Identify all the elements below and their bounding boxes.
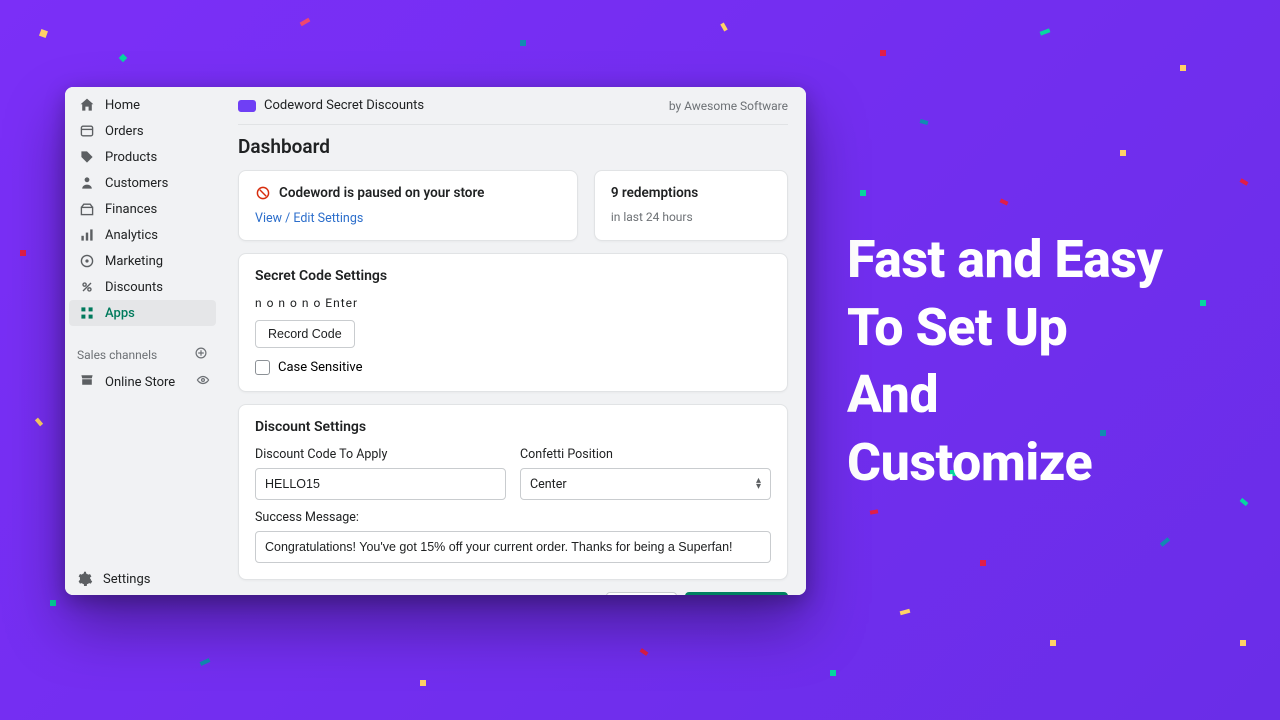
sidebar-item-orders[interactable]: Orders <box>69 118 216 144</box>
app-title: Codeword Secret Discounts <box>264 98 424 113</box>
store-icon <box>79 372 95 392</box>
sidebar-item-online-store[interactable]: Online Store <box>69 367 216 397</box>
sidebar-section-sales-channels: Sales channels <box>65 340 220 367</box>
view-edit-settings-link[interactable]: View / Edit Settings <box>255 211 561 226</box>
preview-store-icon[interactable] <box>196 373 210 391</box>
sidebar-item-label: Apps <box>105 306 135 321</box>
discount-code-input[interactable] <box>255 468 506 500</box>
app-byline: by Awesome Software <box>669 99 788 113</box>
secret-code-card: Secret Code Settings n o n o n o Enter R… <box>238 253 788 392</box>
case-sensitive-checkbox[interactable] <box>255 360 270 375</box>
products-icon <box>79 149 95 165</box>
customers-icon <box>79 175 95 191</box>
analytics-icon <box>79 227 95 243</box>
sidebar-item-products[interactable]: Products <box>69 144 216 170</box>
sidebar-item-finances[interactable]: Finances <box>69 196 216 222</box>
sidebar-item-apps[interactable]: Apps <box>69 300 216 326</box>
code-sequence: n o n o n o Enter <box>255 296 771 310</box>
preview-button[interactable]: Preview <box>606 592 676 595</box>
apps-icon <box>79 305 95 321</box>
main-content: Codeword Secret Discounts by Awesome Sof… <box>220 87 806 595</box>
sidebar-item-label: Customers <box>105 176 168 191</box>
sidebar: Home Orders Products Customers Finances … <box>65 87 220 595</box>
success-message-input[interactable] <box>255 531 771 563</box>
action-bar: Preview Save Settings <box>238 592 788 595</box>
sidebar-item-home[interactable]: Home <box>69 92 216 118</box>
redemptions-title: 9 redemptions <box>611 185 771 201</box>
save-settings-button[interactable]: Save Settings <box>685 592 788 595</box>
orders-icon <box>79 123 95 139</box>
sidebar-item-analytics[interactable]: Analytics <box>69 222 216 248</box>
status-title-text: Codeword is paused on your store <box>279 185 484 201</box>
sidebar-item-customers[interactable]: Customers <box>69 170 216 196</box>
marketing-headline: Fast and Easy To Set Up And Customize <box>847 226 1163 496</box>
discount-code-label: Discount Code To Apply <box>255 447 506 462</box>
app-header: Codeword Secret Discounts by Awesome Sof… <box>238 87 788 125</box>
app-window: Home Orders Products Customers Finances … <box>65 87 806 595</box>
add-channel-icon[interactable] <box>194 346 208 363</box>
confetti-position-select[interactable]: Center ▴▾ <box>520 468 771 500</box>
sidebar-item-label: Products <box>105 150 157 165</box>
case-sensitive-label: Case Sensitive <box>278 360 363 375</box>
record-code-button[interactable]: Record Code <box>255 320 355 348</box>
sidebar-item-label: Analytics <box>105 228 158 243</box>
redemptions-card: 9 redemptions in last 24 hours <box>594 170 788 241</box>
sidebar-item-label: Discounts <box>105 280 163 295</box>
page-title: Dashboard <box>238 135 788 158</box>
sidebar-item-label: Online Store <box>105 375 175 390</box>
confetti-position-label: Confetti Position <box>520 447 771 462</box>
discount-settings-title: Discount Settings <box>255 419 771 435</box>
sidebar-item-label: Home <box>105 98 140 113</box>
redemptions-sub: in last 24 hours <box>611 210 771 224</box>
sidebar-item-label: Marketing <box>105 254 163 269</box>
gear-icon <box>77 571 93 587</box>
success-message-label: Success Message: <box>255 510 771 525</box>
confetti-position-value: Center <box>530 477 567 492</box>
sidebar-settings[interactable]: Settings <box>65 563 220 595</box>
sidebar-item-label: Finances <box>105 202 157 217</box>
paused-icon <box>255 185 271 201</box>
discount-settings-card: Discount Settings Discount Code To Apply… <box>238 404 788 580</box>
home-icon <box>79 97 95 113</box>
finances-icon <box>79 201 95 217</box>
sidebar-item-discounts[interactable]: Discounts <box>69 274 216 300</box>
section-label: Sales channels <box>77 348 157 362</box>
status-card: Codeword is paused on your store View / … <box>238 170 578 241</box>
sidebar-item-marketing[interactable]: Marketing <box>69 248 216 274</box>
settings-label: Settings <box>103 572 150 587</box>
discounts-icon <box>79 279 95 295</box>
secret-code-title: Secret Code Settings <box>255 268 771 284</box>
app-badge-icon <box>238 100 256 112</box>
sidebar-item-label: Orders <box>105 124 144 139</box>
select-caret-icon: ▴▾ <box>756 478 761 490</box>
marketing-icon <box>79 253 95 269</box>
